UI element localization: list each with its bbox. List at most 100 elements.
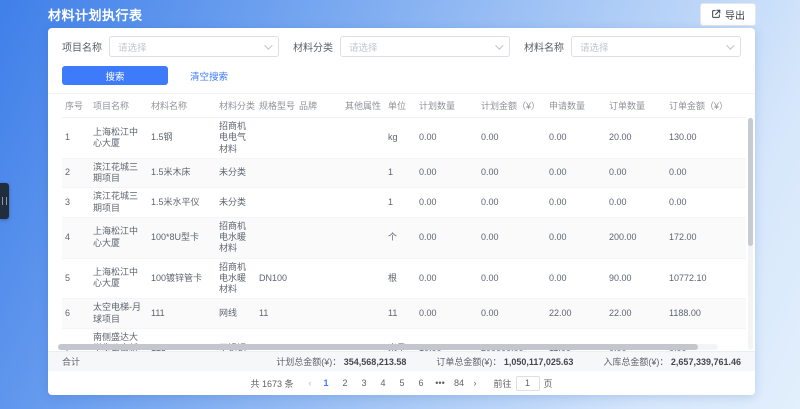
page-number[interactable]: 4	[376, 376, 391, 391]
table-cell: 0.00	[666, 158, 746, 188]
vertical-scrollbar	[748, 118, 753, 350]
summary-row: 合计 计划总金额(¥)： 354,568,213.58 订单总金额(¥)： 1,0…	[48, 351, 755, 371]
goto-page-input[interactable]	[516, 376, 540, 391]
summary-total-item: 订单总金额(¥)： 1,050,117,025.63	[436, 355, 573, 368]
table-cell: 未分类	[216, 188, 256, 218]
materials-table: 序号项目名称材料名称材料分类规格型号品牌其他属性单位计划数量计划金额（¥）申请数…	[62, 94, 746, 351]
table-cell: 根	[385, 258, 416, 299]
page-ellipsis[interactable]: •••	[433, 376, 448, 391]
table-cell: 172.00	[666, 217, 746, 258]
table-cell: 太空电梯-月球项目	[90, 299, 148, 329]
table-cell: 上海松江中心大厦	[90, 217, 148, 258]
table-cell: 130.00	[666, 118, 746, 159]
column-header: 序号	[62, 94, 90, 118]
table-cell	[256, 118, 296, 159]
screen: 材料计划执行表 导出 项目名称 请选择	[0, 0, 800, 409]
table-cell: 滨江花城三期项目	[90, 158, 148, 188]
material-category-label: 材料分类	[293, 39, 333, 54]
table-cell	[342, 217, 385, 258]
project-name-label: 项目名称	[62, 39, 102, 54]
project-name-select[interactable]: 请选择	[109, 36, 279, 57]
material-name-placeholder: 请选择	[580, 40, 609, 54]
table-cell: 0.00	[416, 158, 478, 188]
table-cell: 0.00	[546, 188, 606, 218]
table-cell: 0.00	[478, 299, 546, 329]
table-row: 4上海松江中心大厦100*8U型卡招商机电水暖材料个0.000.000.0020…	[62, 217, 746, 258]
horizontal-scrollbar-thumb[interactable]	[58, 344, 698, 350]
table-cell: 上海松江中心大厦	[90, 258, 148, 299]
vertical-scrollbar-thumb[interactable]	[748, 118, 753, 246]
clear-search-link[interactable]: 清空搜索	[190, 69, 228, 83]
table-cell: 6	[62, 299, 90, 329]
table-cell	[342, 158, 385, 188]
table-cell: 0.00	[606, 188, 666, 218]
material-name-label: 材料名称	[524, 39, 564, 54]
export-button[interactable]: 导出	[700, 3, 756, 26]
summary-label: 合计	[62, 355, 276, 368]
table-cell: 0.00	[416, 118, 478, 159]
table-cell: 0.00	[416, 188, 478, 218]
table-cell: 0.00	[546, 118, 606, 159]
summary-total-item: 计划总金额(¥)： 354,568,213.58	[276, 355, 406, 368]
table-cell: 1188.00	[666, 299, 746, 329]
project-name-placeholder: 请选择	[118, 40, 147, 54]
table-cell: 4	[62, 217, 90, 258]
goto-suffix: 页	[544, 377, 553, 390]
column-header: 其他属性	[342, 94, 385, 118]
table-cell: 0.00	[606, 158, 666, 188]
column-header: 申请数量	[546, 94, 606, 118]
page-number[interactable]: 1	[319, 376, 334, 391]
page-number[interactable]: 6	[414, 376, 429, 391]
chevron-down-icon	[495, 41, 503, 49]
column-header: 订单金额（¥）	[666, 94, 746, 118]
table-cell	[296, 188, 342, 218]
table-cell: 0.00	[416, 299, 478, 329]
sidebar-toggle-handle[interactable]	[0, 183, 9, 219]
horizontal-scrollbar	[58, 344, 718, 350]
next-page-icon[interactable]: ›	[471, 378, 480, 388]
filter-section: 项目名称 请选择 材料分类 请选择 材料名称 请选择	[48, 28, 755, 93]
export-label: 导出	[725, 7, 745, 22]
table-cell: 0.00	[478, 188, 546, 218]
table-cell: 11	[385, 299, 416, 329]
table-cell: 未分类	[216, 158, 256, 188]
table-cell: 上海松江中心大厦	[90, 118, 148, 159]
prev-page-icon[interactable]: ‹	[306, 378, 315, 388]
goto-page: 前往 页	[494, 376, 553, 391]
material-category-select[interactable]: 请选择	[340, 36, 510, 57]
page-number[interactable]: 2	[338, 376, 353, 391]
page-number[interactable]: 3	[357, 376, 372, 391]
material-name-select[interactable]: 请选择	[571, 36, 741, 57]
table-cell: 0.00	[478, 158, 546, 188]
table-cell: 0.00	[416, 258, 478, 299]
table-cell	[342, 258, 385, 299]
material-category-placeholder: 请选择	[349, 40, 378, 54]
page-number[interactable]: 84	[452, 376, 467, 391]
table-row: 1上海松江中心大厦1.5钢招商机电电气材料kg0.000.000.0020.00…	[62, 118, 746, 159]
table-cell	[256, 188, 296, 218]
table-cell: 90.00	[606, 258, 666, 299]
table-cell: 3	[62, 188, 90, 218]
table-cell: 0.00	[478, 258, 546, 299]
table-cell: 22.00	[606, 299, 666, 329]
column-header: 计划数量	[416, 94, 478, 118]
table-cell: 22.00	[546, 299, 606, 329]
table-cell: 招商机电电气材料	[216, 118, 256, 159]
filter-project: 项目名称 请选择	[62, 36, 279, 57]
table-cell	[296, 258, 342, 299]
pagination-total: 共 1673 条	[250, 377, 293, 390]
search-button[interactable]: 搜索	[62, 66, 168, 85]
table-header-row: 序号项目名称材料名称材料分类规格型号品牌其他属性单位计划数量计划金额（¥）申请数…	[62, 94, 746, 118]
column-header: 计划金额（¥）	[478, 94, 546, 118]
table-cell: 0.00	[478, 118, 546, 159]
page-number[interactable]: 5	[395, 376, 410, 391]
table-cell: 2	[62, 158, 90, 188]
table-cell: 1.5钢	[148, 118, 216, 159]
table-row: 6太空电梯-月球项目111网线11110.000.0022.0022.00118…	[62, 299, 746, 329]
column-header: 品牌	[296, 94, 342, 118]
table-cell: 100镀锌管卡	[148, 258, 216, 299]
table-cell: 5	[62, 258, 90, 299]
summary-totals: 计划总金额(¥)： 354,568,213.58 订单总金额(¥)： 1,050,…	[276, 355, 741, 368]
table-row: 2滨江花城三期项目1.5米木床未分类10.000.000.000.000.00	[62, 158, 746, 188]
table-cell: 0.00	[546, 258, 606, 299]
